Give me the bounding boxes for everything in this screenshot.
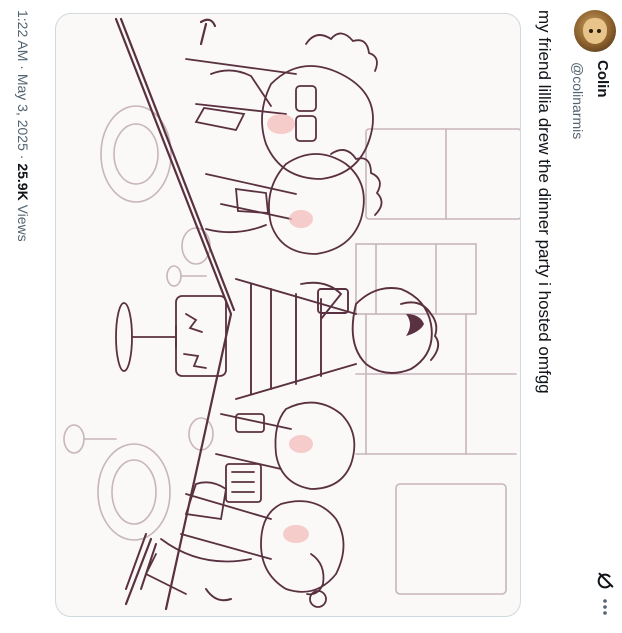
meta-separator: ·	[15, 61, 31, 74]
tweet-media-image[interactable]	[55, 13, 521, 617]
avatar-face	[583, 18, 607, 44]
tweet-detail-view: Colin @colinarmis my friend lillia drew …	[0, 0, 622, 633]
avatar-eye-right	[597, 29, 601, 33]
tweet-metadata: 1:22 AM · May 3, 2025 · 25.9K Views	[15, 10, 31, 242]
avatar-eye-left	[589, 29, 593, 33]
dinner-party-drawing	[63, 17, 520, 611]
views-label: Views	[15, 200, 31, 242]
author-avatar[interactable]	[574, 10, 616, 52]
author-display-name[interactable]: Colin	[594, 60, 611, 98]
author-handle[interactable]: @colinarmis	[570, 62, 586, 139]
tweet-text: my friend lillia drew the dinner party i…	[535, 10, 554, 394]
grok-icon[interactable]	[594, 570, 616, 592]
meta-separator: ·	[15, 150, 31, 164]
tweet-date[interactable]: May 3, 2025	[15, 74, 31, 151]
tweet-time[interactable]: 1:22 AM	[15, 10, 31, 61]
views-count[interactable]: 25.9K	[15, 163, 31, 200]
more-options-icon[interactable]	[596, 598, 614, 616]
